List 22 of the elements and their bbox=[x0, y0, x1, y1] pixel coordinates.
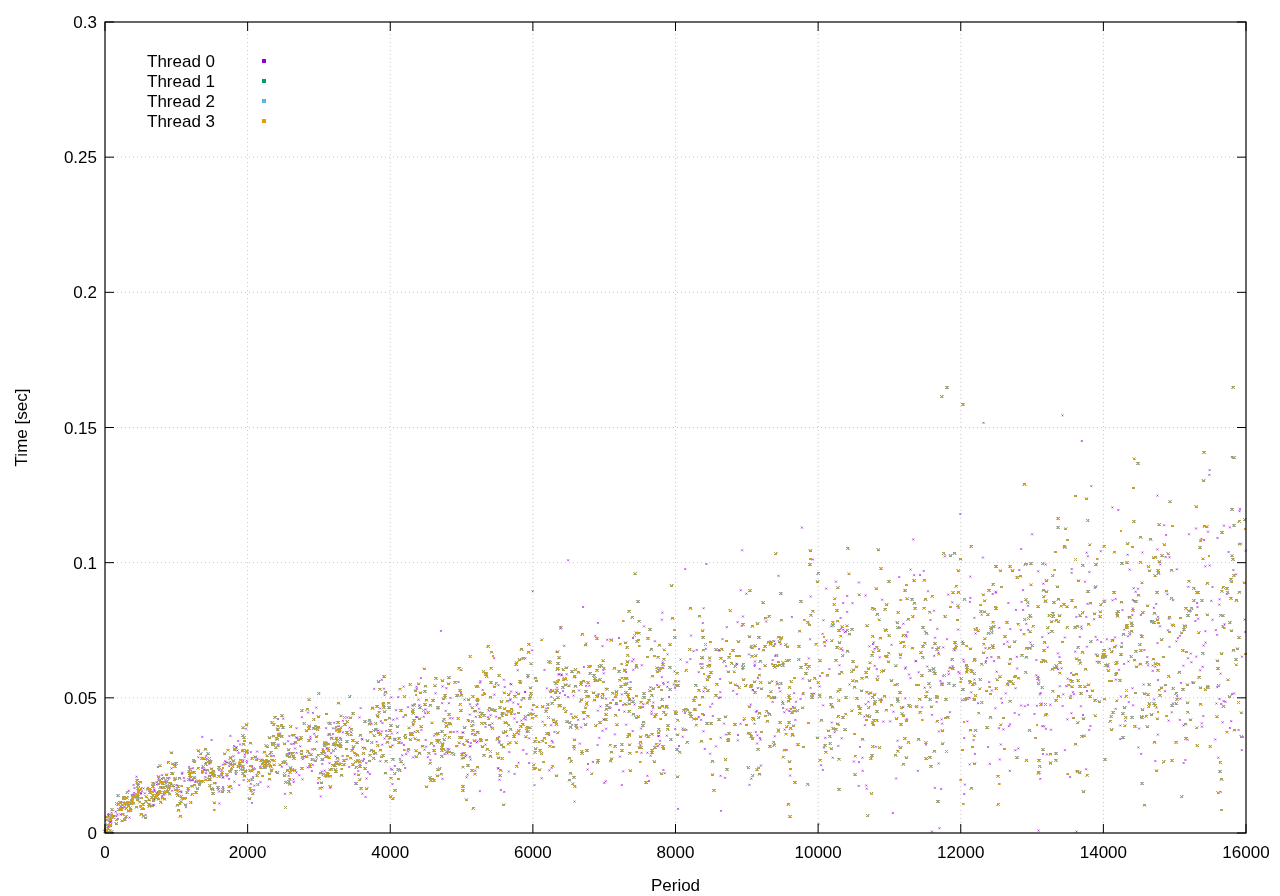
legend-label: Thread 0 bbox=[147, 52, 216, 71]
x-axis-title: Period bbox=[650, 876, 701, 895]
legend-label: Thread 1 bbox=[147, 72, 216, 91]
y-axis-title: Time [sec] bbox=[12, 388, 31, 467]
x-tick-label: 2000 bbox=[228, 843, 267, 862]
x-tick-label: 0 bbox=[100, 843, 110, 862]
y-tick-label: 0.1 bbox=[73, 553, 97, 573]
x-tick-label: 16000 bbox=[1222, 843, 1270, 862]
x-tick-label: 10000 bbox=[794, 843, 842, 862]
y-tick-label: 0 bbox=[87, 824, 97, 843]
x-tick-label: 4000 bbox=[371, 843, 410, 862]
y-tick-label: 0.3 bbox=[73, 13, 97, 32]
x-tick-label: 6000 bbox=[513, 843, 552, 862]
y-tick-label: 0.15 bbox=[63, 418, 97, 438]
x-tick-label: 14000 bbox=[1079, 843, 1127, 862]
x-tick-label: 12000 bbox=[937, 843, 985, 862]
legend-label: Thread 2 bbox=[147, 92, 216, 111]
legend-label: Thread 3 bbox=[147, 112, 216, 131]
x-tick-label: 8000 bbox=[656, 843, 695, 862]
y-tick-label: 0.25 bbox=[63, 148, 97, 168]
y-tick-label: 0.05 bbox=[63, 688, 97, 708]
y-tick-label: 0.2 bbox=[73, 283, 97, 303]
